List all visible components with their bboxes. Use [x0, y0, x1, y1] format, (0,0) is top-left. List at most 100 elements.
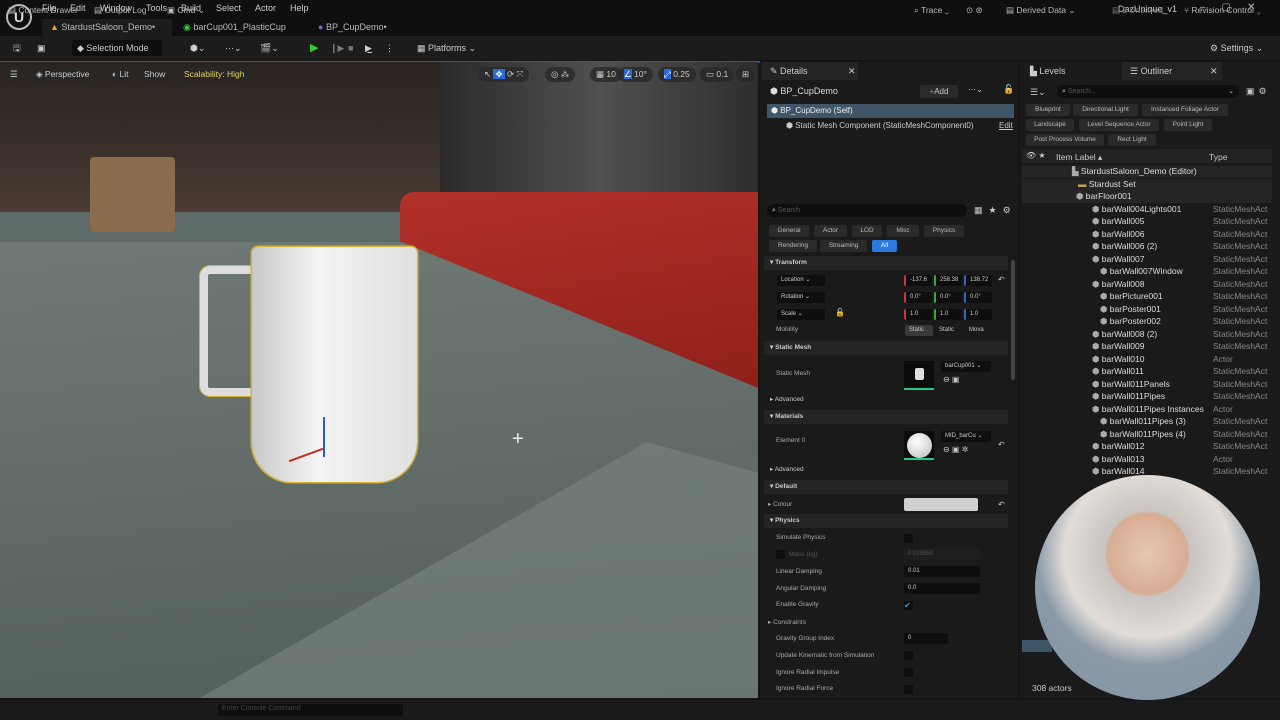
section-transform[interactable]: ▾ Transform: [764, 256, 1008, 270]
menu-tools[interactable]: Tools: [146, 3, 167, 13]
outliner-row[interactable]: ⬢ barWall009: [1092, 341, 1144, 352]
outliner-tab[interactable]: ☰ Outliner ✕: [1122, 62, 1222, 80]
filter-misc[interactable]: Misc: [887, 225, 919, 237]
outliner-row[interactable]: ▬ Stardust Set: [1078, 179, 1136, 189]
outliner-row[interactable]: ⬢ barWall011Pipes Instances: [1092, 404, 1204, 415]
outliner-row[interactable]: ⬢ barPoster001: [1100, 304, 1161, 315]
level-viewport[interactable]: + ☰ ◈ Perspective ◐ Lit Show Scalability…: [0, 62, 758, 698]
component-static-mesh[interactable]: ⬢ Static Mesh Component (StaticMeshCompo…: [786, 121, 974, 130]
filter-level-sequence[interactable]: Level Sequence Actor: [1079, 119, 1159, 131]
browse-asset-icons[interactable]: ⊖ ▣: [943, 375, 959, 384]
angular-damping-field[interactable]: 0.0: [904, 583, 980, 594]
outliner-row[interactable]: ▙ StardustSaloon_Demo (Editor): [1072, 166, 1197, 177]
outliner-row[interactable]: ⬢ barWall011Pipes (4): [1100, 429, 1186, 440]
viewport-menu-icon[interactable]: ☰: [4, 67, 24, 82]
trace-dropdown[interactable]: ⌕ Trace ⌄: [914, 5, 949, 16]
filter-actor[interactable]: Actor: [814, 225, 847, 237]
outliner-row[interactable]: ⬢ barPicture001: [1100, 291, 1163, 302]
rotation-x[interactable]: 0.0°: [904, 292, 932, 303]
scale-y[interactable]: 1.0: [934, 309, 962, 320]
outliner-row[interactable]: ⬢ barFloor001: [1076, 191, 1132, 202]
output-log-button[interactable]: ▤ Output Log: [94, 5, 146, 16]
outliner-filter-icon[interactable]: ☰⌄: [1030, 87, 1046, 98]
selected-cup-mesh[interactable]: [252, 247, 417, 482]
enable-gravity-checkbox[interactable]: ✔: [904, 601, 913, 610]
status-icons[interactable]: ⊙ ⊛: [966, 5, 983, 16]
scale-x[interactable]: 1.0: [904, 309, 932, 320]
outliner-row[interactable]: ⬢ barWall006 (2): [1092, 241, 1157, 252]
ignore-radial-impulse-checkbox[interactable]: [904, 668, 913, 677]
mass-override-checkbox[interactable]: [776, 550, 785, 559]
outliner-row[interactable]: ⬢ barWall005: [1092, 216, 1144, 227]
outliner-search-input[interactable]: ⌕ Search... ⌄: [1057, 85, 1239, 98]
cinematics-icon[interactable]: 🎬⌄: [255, 40, 284, 56]
outliner-row[interactable]: ⬢ barWall013: [1092, 454, 1144, 465]
scale-z[interactable]: 1.0: [964, 309, 992, 320]
rotation-y[interactable]: 0.0°: [934, 292, 962, 303]
outliner-row[interactable]: ⬢ barWall010: [1092, 354, 1144, 365]
menu-actor[interactable]: Actor: [255, 3, 276, 13]
eject-icon[interactable]: ▶̲: [360, 40, 377, 56]
visibility-column-icon[interactable]: 👁 ★: [1026, 151, 1046, 160]
type-column[interactable]: Type: [1209, 152, 1227, 162]
stop-icon[interactable]: ■: [343, 40, 358, 56]
scalability-badge[interactable]: Scalability: High: [178, 67, 251, 82]
outliner-row[interactable]: ⬢ barWall011Pipes: [1092, 391, 1165, 402]
component-self[interactable]: ⬢ BP_CupDemo (Self): [767, 104, 1014, 118]
filter-rect-light[interactable]: Rect Light: [1108, 134, 1156, 146]
move-tool-icon[interactable]: ✥: [493, 69, 505, 79]
scale-snap[interactable]: ⤢ 0.25: [658, 67, 696, 82]
content-drawer-button[interactable]: ▤ Content Drawer: [8, 5, 78, 16]
derived-data-dropdown[interactable]: ▤ Derived Data ⌄: [1006, 5, 1076, 16]
blueprint-menu-icon[interactable]: ⋯⌄: [220, 40, 247, 56]
mobility-static[interactable]: Static: [905, 325, 933, 336]
rotation-dropdown[interactable]: Rotation ⌄: [777, 292, 825, 303]
filter-point-light[interactable]: Point Light: [1164, 119, 1212, 131]
world-local-icon[interactable]: ◎ ⁂: [545, 67, 576, 82]
filter-directional-light[interactable]: Directional Light: [1073, 104, 1138, 116]
filter-general[interactable]: General: [769, 225, 809, 237]
filter-blueprint[interactable]: Blueprint: [1026, 104, 1070, 116]
reset-colour-icon[interactable]: ↶: [998, 500, 1005, 509]
details-scrollbar[interactable]: [1011, 260, 1015, 380]
maximize-viewport-icon[interactable]: ⊞: [736, 67, 756, 82]
tab-bp-cupdemo[interactable]: ● BP_CupDemo•: [310, 19, 395, 36]
outliner-row[interactable]: ⬢ barWall012: [1092, 441, 1144, 452]
outliner-row[interactable]: ⬢ barWall006: [1092, 229, 1144, 240]
outliner-row[interactable]: ⬢ barWall011: [1092, 366, 1144, 377]
colour-swatch[interactable]: [904, 498, 978, 511]
rotation-z[interactable]: 0.0°: [964, 292, 992, 303]
static-mesh-advanced[interactable]: ▸ Advanced: [764, 393, 1008, 407]
simulate-physics-checkbox[interactable]: [904, 534, 913, 543]
tab-plastic-cup[interactable]: ◉ barCup001_PlasticCup: [175, 19, 294, 36]
edit-link[interactable]: Edit: [999, 121, 1013, 130]
unsaved-indicator[interactable]: ▤ 2 Unsaved: [1112, 5, 1163, 16]
outliner-row[interactable]: ⬢ barWall007Window: [1100, 266, 1183, 277]
outliner-row[interactable]: ⬢ barWall008: [1092, 279, 1144, 290]
selected-row-eye-icon[interactable]: [1022, 640, 1052, 652]
selection-mode-dropdown[interactable]: ◆ Selection Mode ⌄: [72, 40, 162, 69]
scale-dropdown[interactable]: Scale ⌄: [777, 309, 825, 320]
menu-help[interactable]: Help: [290, 3, 309, 13]
location-z[interactable]: 138.72: [964, 275, 992, 286]
settings-dropdown[interactable]: ⚙ Settings ⌄: [1205, 40, 1268, 56]
more-options-icon[interactable]: ⋮: [380, 40, 399, 56]
section-default[interactable]: ▾ Default: [764, 480, 1008, 494]
scale-lock-icon[interactable]: 🔓: [835, 308, 845, 317]
add-component-button[interactable]: +Add: [920, 85, 958, 98]
lit-button[interactable]: ◐ Lit: [106, 67, 135, 82]
close-icon[interactable]: ✕: [1210, 62, 1218, 80]
colour-label[interactable]: ▸ Colour: [768, 500, 792, 508]
reset-material-icon[interactable]: ↶: [998, 440, 1005, 449]
outliner-row[interactable]: ⬢ barWall011Panels: [1092, 379, 1170, 390]
item-label-column[interactable]: Item Label ▴: [1056, 152, 1102, 163]
console-input[interactable]: Enter Console Command: [218, 704, 403, 716]
mobility-movable[interactable]: Mova: [965, 325, 993, 336]
platforms-dropdown[interactable]: ▦ Platforms ⌄: [412, 40, 481, 56]
add-actor-icon[interactable]: ⬢⌄: [185, 40, 210, 56]
linear-damping-field[interactable]: 0.01: [904, 566, 980, 577]
material-thumbnail[interactable]: [904, 431, 934, 460]
update-kinematic-checkbox[interactable]: [904, 651, 913, 660]
close-icon[interactable]: ✕: [848, 62, 856, 80]
revision-control-dropdown[interactable]: ⑂ Revision Control ⌄: [1184, 5, 1261, 15]
